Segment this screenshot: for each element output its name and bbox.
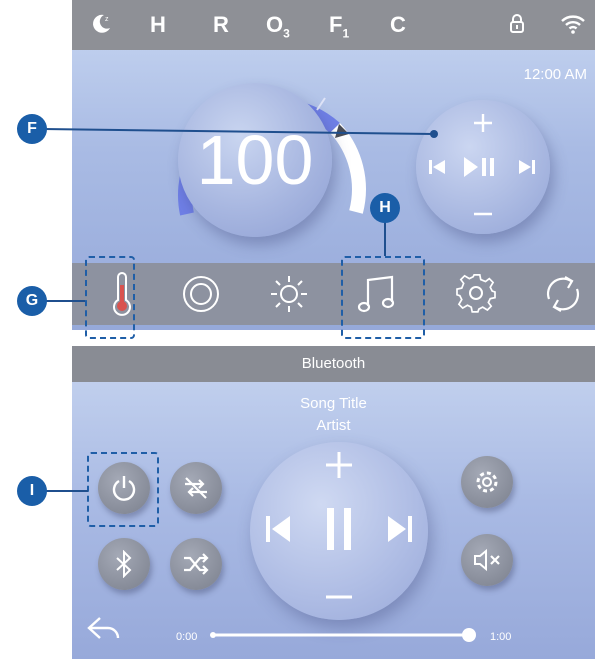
callout-g: G [17, 286, 47, 316]
callout-i: I [17, 476, 47, 506]
callout-f: F [17, 114, 47, 144]
callout-lines [42, 128, 438, 492]
callout-h: H [370, 193, 400, 223]
